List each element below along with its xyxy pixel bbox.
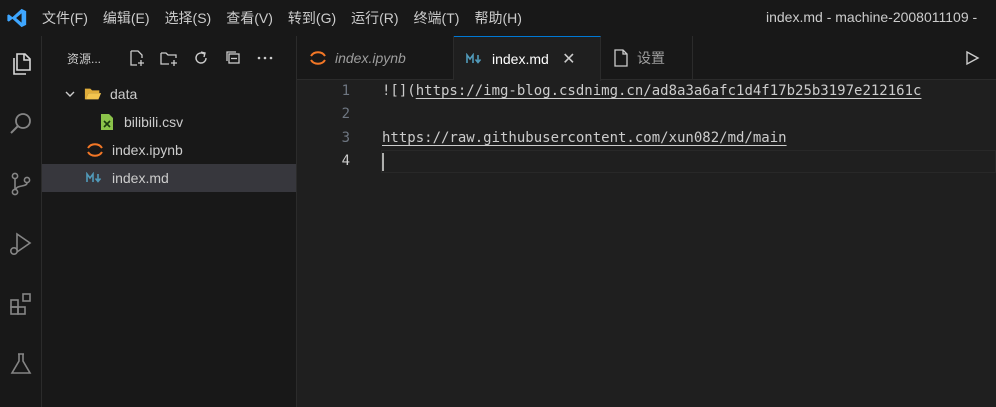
explorer-sidebar: 资源... data bilibili.csv index.ipynb inde… (42, 36, 297, 407)
editor-area: index.ipynb index.md ✕ 设置 1 ![](https://… (297, 36, 996, 407)
tree-label: bilibili.csv (124, 114, 184, 130)
flask-icon (10, 353, 32, 374)
tab-index-md[interactable]: index.md ✕ (454, 36, 601, 81)
raw-github-link[interactable]: https://raw.githubusercontent.com/xun082… (382, 130, 787, 146)
tree-label: index.md (112, 170, 169, 186)
tab-label: index.md (492, 51, 549, 67)
explorer-activity[interactable] (0, 44, 42, 84)
menu-selection[interactable]: 选择(S) (165, 8, 212, 28)
source-control-activity[interactable] (0, 164, 42, 204)
refresh-icon[interactable] (191, 48, 211, 68)
tree-file-index-md[interactable]: index.md (42, 164, 296, 192)
code-line-2: 2 (297, 103, 996, 127)
menu-bar: 文件(F) 编辑(E) 选择(S) 查看(V) 转到(G) 运行(R) 终端(T… (42, 8, 537, 28)
menu-help[interactable]: 帮助(H) (474, 8, 521, 28)
tab-settings[interactable]: 设置 (601, 36, 693, 80)
code-line-1: 1 ![](https://img-blog.csdnimg.cn/ad8a3a… (297, 79, 996, 103)
file-icon (613, 49, 629, 67)
tab-label: 设置 (637, 50, 665, 66)
tree-file-bilibili-csv[interactable]: bilibili.csv (42, 108, 296, 136)
new-file-icon[interactable] (127, 48, 147, 68)
new-folder-icon[interactable] (159, 48, 179, 68)
close-icon[interactable]: ✕ (561, 49, 577, 69)
run-debug-icon (9, 232, 32, 255)
folder-open-icon (84, 85, 102, 103)
extensions-icon (10, 293, 31, 315)
search-activity[interactable] (0, 104, 42, 144)
csv-file-icon (98, 113, 116, 131)
files-icon (13, 53, 31, 75)
explorer-actions (127, 48, 287, 68)
menu-terminal[interactable]: 终端(T) (414, 8, 460, 28)
line-number: 2 (341, 106, 350, 123)
explorer-header: 资源... (42, 36, 296, 80)
tree-folder-data[interactable]: data (42, 80, 296, 108)
code-line-3: 3 https://raw.githubusercontent.com/xun0… (297, 126, 996, 150)
tab-index-ipynb[interactable]: index.ipynb (297, 36, 454, 80)
markdown-icon (466, 53, 484, 65)
line-number: 4 (341, 153, 350, 170)
explorer-title: 资源... (67, 51, 102, 66)
menu-file[interactable]: 文件(F) (42, 8, 88, 28)
activity-bar (0, 36, 42, 407)
window-title: index.md - machine-2008011109 - (766, 9, 978, 25)
run-debug-activity[interactable] (0, 224, 42, 264)
jupyter-icon (309, 49, 327, 67)
editor-tabs: index.ipynb index.md ✕ 设置 (297, 36, 996, 81)
file-tree: data bilibili.csv index.ipynb index.md (42, 80, 296, 192)
more-actions-icon[interactable] (255, 48, 275, 68)
image-link[interactable]: https://img-blog.csdnimg.cn/ad8a3a6afc1d… (416, 83, 922, 99)
markdown-icon (86, 169, 104, 187)
run-icon[interactable] (962, 48, 982, 68)
title-bar: 文件(F) 编辑(E) 选择(S) 查看(V) 转到(G) 运行(R) 终端(T… (0, 0, 996, 36)
line-text: https://raw.githubusercontent.com/xun082… (382, 130, 787, 146)
collapse-all-icon[interactable] (223, 48, 243, 68)
menu-run[interactable]: 运行(R) (351, 8, 398, 28)
code-editor[interactable]: 1 ![](https://img-blog.csdnimg.cn/ad8a3a… (297, 80, 996, 173)
source-control-icon (11, 172, 31, 196)
code-line-4: 4 (297, 149, 996, 174)
markdown-image-prefix: ![]( (382, 82, 416, 99)
tree-file-index-ipynb[interactable]: index.ipynb (42, 136, 296, 164)
vscode-logo-icon[interactable] (6, 7, 28, 29)
text-cursor (382, 152, 384, 171)
tab-label: index.ipynb (335, 50, 406, 66)
menu-view[interactable]: 查看(V) (226, 8, 273, 28)
menu-go[interactable]: 转到(G) (288, 8, 336, 28)
tree-label: data (110, 86, 138, 102)
line-number: 1 (341, 82, 350, 99)
jupyter-icon (86, 141, 104, 159)
extensions-activity[interactable] (0, 284, 42, 324)
chevron-down-icon (64, 88, 76, 100)
tree-label: index.ipynb (112, 142, 183, 158)
search-icon (10, 113, 31, 134)
line-text: ![](https://img-blog.csdnimg.cn/ad8a3a6a… (382, 83, 921, 99)
testing-activity[interactable] (0, 344, 42, 384)
menu-edit[interactable]: 编辑(E) (103, 8, 150, 28)
line-number: 3 (341, 129, 350, 146)
